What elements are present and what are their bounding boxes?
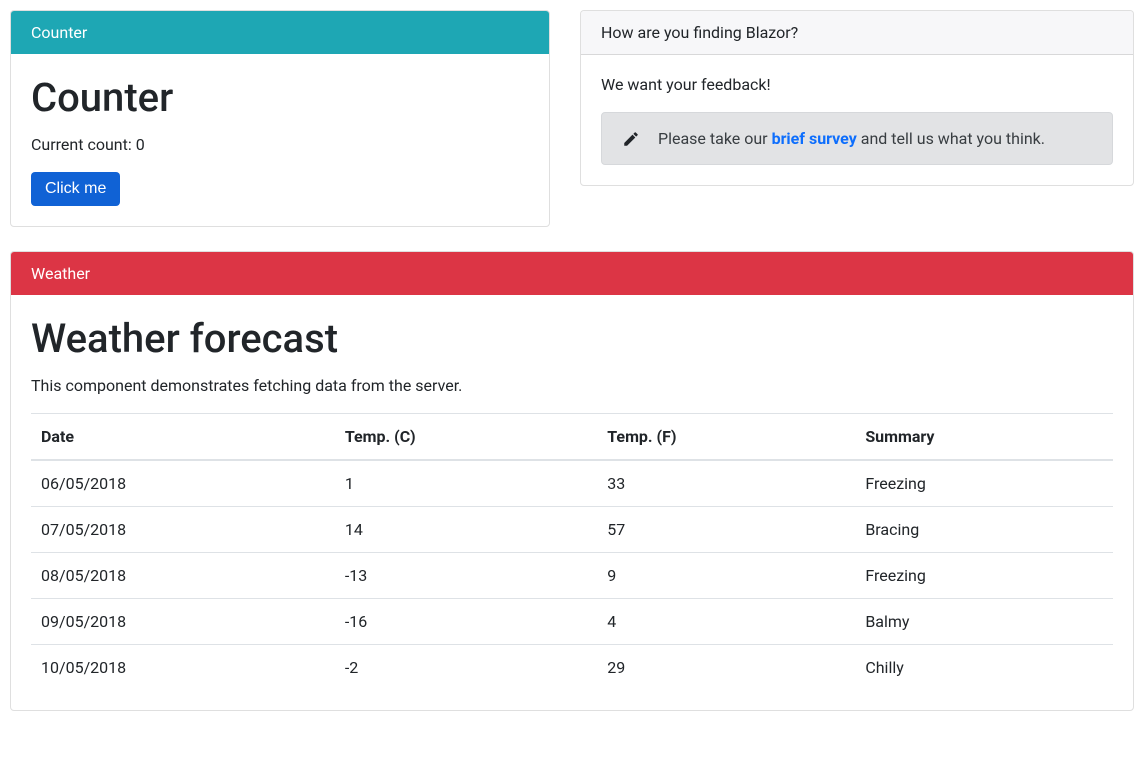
col-temp-f: Temp. (F) xyxy=(597,414,855,461)
cell-date: 07/05/2018 xyxy=(31,507,335,553)
cell-summary: Bracing xyxy=(855,507,1113,553)
counter-count-label: Current count: 0 xyxy=(31,135,529,154)
cell-tf: 9 xyxy=(597,553,855,599)
table-row: 08/05/2018-139Freezing xyxy=(31,553,1113,599)
col-temp-c: Temp. (C) xyxy=(335,414,597,461)
survey-text-suffix: and tell us what you think. xyxy=(857,129,1045,148)
cell-tf: 33 xyxy=(597,460,855,507)
weather-table: Date Temp. (C) Temp. (F) Summary 06/05/2… xyxy=(31,413,1113,690)
counter-card-header: Counter xyxy=(11,11,549,54)
table-row: 06/05/2018133Freezing xyxy=(31,460,1113,507)
weather-title: Weather forecast xyxy=(31,315,1113,362)
table-row: 09/05/2018-164Balmy xyxy=(31,599,1113,645)
cell-tf: 29 xyxy=(597,645,855,691)
weather-card-header: Weather xyxy=(11,252,1133,295)
cell-date: 10/05/2018 xyxy=(31,645,335,691)
col-date: Date xyxy=(31,414,335,461)
weather-card: Weather Weather forecast This component … xyxy=(10,251,1134,711)
weather-description: This component demonstrates fetching dat… xyxy=(31,376,1113,395)
cell-summary: Freezing xyxy=(855,460,1113,507)
cell-summary: Freezing xyxy=(855,553,1113,599)
feedback-card: How are you finding Blazor? We want your… xyxy=(580,10,1134,186)
counter-card: Counter Counter Current count: 0 Click m… xyxy=(10,10,550,227)
cell-date: 09/05/2018 xyxy=(31,599,335,645)
cell-tc: 1 xyxy=(335,460,597,507)
cell-tf: 57 xyxy=(597,507,855,553)
pencil-icon xyxy=(622,130,640,148)
cell-date: 06/05/2018 xyxy=(31,460,335,507)
table-row: 10/05/2018-229Chilly xyxy=(31,645,1113,691)
cell-date: 08/05/2018 xyxy=(31,553,335,599)
cell-summary: Chilly xyxy=(855,645,1113,691)
feedback-lead: We want your feedback! xyxy=(601,75,1113,94)
click-me-button[interactable]: Click me xyxy=(31,172,120,206)
cell-tc: -2 xyxy=(335,645,597,691)
cell-summary: Balmy xyxy=(855,599,1113,645)
survey-alert: Please take our brief survey and tell us… xyxy=(601,112,1113,165)
counter-title: Counter xyxy=(31,74,529,121)
feedback-card-header: How are you finding Blazor? xyxy=(581,11,1133,55)
col-summary: Summary xyxy=(855,414,1113,461)
survey-text-prefix: Please take our xyxy=(658,129,772,148)
cell-tc: 14 xyxy=(335,507,597,553)
table-row: 07/05/20181457Bracing xyxy=(31,507,1113,553)
cell-tf: 4 xyxy=(597,599,855,645)
survey-link[interactable]: brief survey xyxy=(772,129,857,148)
cell-tc: -13 xyxy=(335,553,597,599)
cell-tc: -16 xyxy=(335,599,597,645)
